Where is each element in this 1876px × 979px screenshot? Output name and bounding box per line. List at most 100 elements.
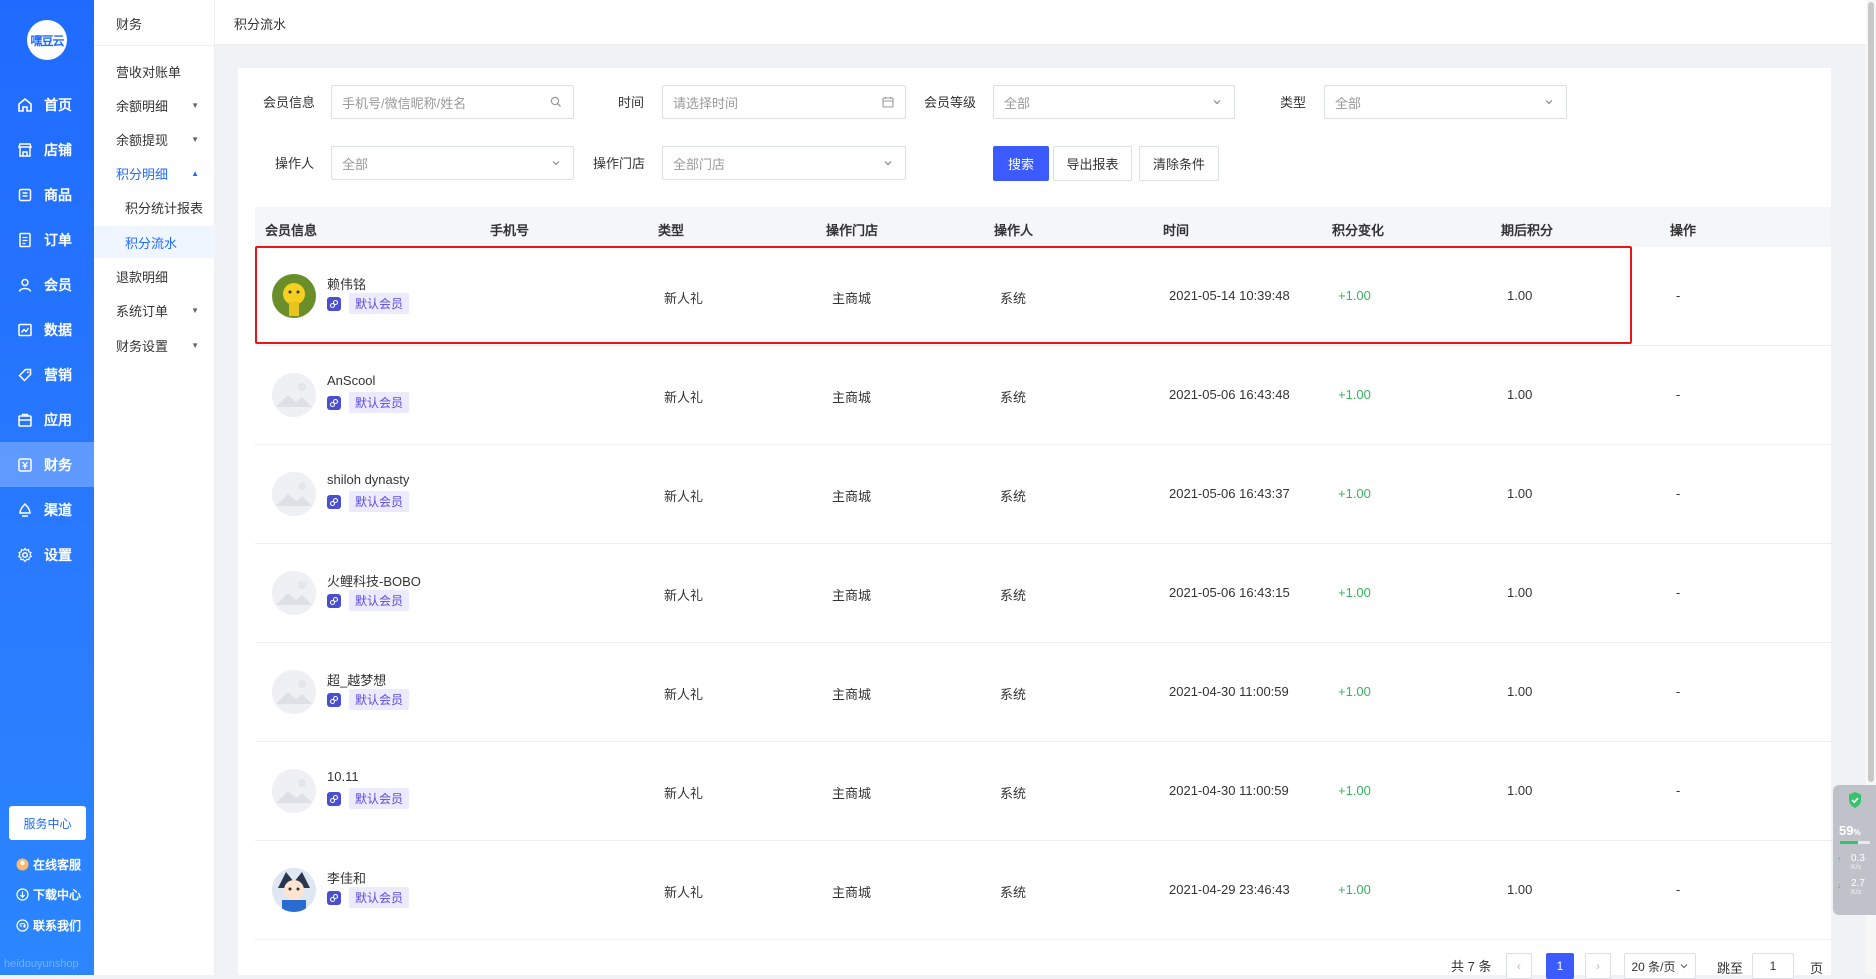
service-center-button[interactable]: 服务中心 — [9, 806, 86, 840]
operator-value: 全部 — [342, 156, 369, 172]
nav-item-home[interactable]: 首页 — [0, 82, 94, 127]
type-select[interactable]: 全部 — [1324, 85, 1567, 119]
network-monitor-widget[interactable]: 59% ↑ 0.3 K/s ↓ 2.7 K/s — [1833, 785, 1876, 915]
subnav-child-points-report[interactable]: 积分统计报表 — [125, 198, 203, 217]
member-level-tag: 默认会员 — [349, 491, 410, 512]
avatar — [272, 868, 316, 912]
member-tags: 默认会员 — [327, 887, 410, 908]
calendar-icon — [881, 95, 895, 109]
store-cell: 主商城 — [832, 687, 872, 702]
page-size-select[interactable]: 20 条/页 — [1624, 953, 1696, 979]
upload-unit: K/s — [1851, 864, 1862, 871]
member-name: 10.11 — [327, 769, 359, 784]
points-change-cell: +1.00 — [1338, 684, 1371, 699]
contact-icon — [16, 919, 29, 932]
avatar-icon — [16, 858, 29, 871]
type-cell: 新人礼 — [664, 588, 704, 603]
subnav-item-system-orders[interactable]: 系统订单 ▼ — [116, 301, 211, 320]
subnav-item-label: 退款明细 — [116, 270, 169, 285]
subnav-item-label: 营收对账单 — [116, 65, 182, 80]
member-info-input[interactable]: 手机号/微信昵称/姓名 — [331, 85, 574, 119]
scrollbar-thumb[interactable] — [1868, 2, 1874, 782]
action-cell: - — [1676, 684, 1681, 699]
operator-select[interactable]: 全部 — [331, 146, 574, 180]
member-level-value: 全部 — [1004, 95, 1031, 111]
mini-program-icon — [327, 791, 341, 806]
nav-item-label: 店铺 — [44, 141, 72, 158]
order-icon — [16, 231, 34, 249]
subnav-item-revenue-statement[interactable]: 营收对账单 — [116, 62, 211, 81]
subnav-item-label: 余额提现 — [116, 133, 169, 148]
action-cell: - — [1676, 387, 1681, 402]
memory-percent: 59% — [1839, 823, 1861, 838]
export-report-button[interactable]: 导出报表 — [1053, 146, 1132, 181]
top-bar: 积分流水 — [215, 0, 1876, 45]
points-after-cell: 1.00 — [1507, 882, 1533, 897]
nav-item-label: 财务 — [44, 456, 72, 473]
nav-item-app[interactable]: 应用 — [0, 397, 94, 442]
chevron-down-icon — [1542, 95, 1556, 109]
avatar — [272, 769, 316, 813]
jump-label: 跳至 — [1717, 961, 1744, 976]
time-label: 时间 — [618, 95, 645, 110]
subnav-item-label: 财务设置 — [116, 339, 169, 354]
member-level-tag: 默认会员 — [349, 788, 410, 809]
nav-item-data[interactable]: 数据 — [0, 307, 94, 352]
nav-item-label: 渠道 — [44, 501, 72, 518]
time-placeholder: 请选择时间 — [673, 95, 739, 111]
avatar — [272, 571, 316, 615]
brand-logo[interactable]: 嘿豆云 — [27, 20, 67, 60]
percent-unit: % — [1853, 828, 1861, 837]
contact-us-label: 联系我们 — [33, 919, 82, 933]
column-header: 时间 — [1163, 223, 1190, 238]
type-cell: 新人礼 — [664, 687, 704, 702]
next-page-button[interactable]: › — [1585, 953, 1611, 979]
member-name: 李佳和 — [327, 871, 367, 886]
subnav-item-refund-detail[interactable]: 退款明细 — [116, 267, 211, 286]
page-1-button[interactable]: 1 — [1546, 953, 1574, 979]
nav-item-settings[interactable]: 设置 — [0, 532, 94, 577]
table-row: shiloh dynasty 默认会员 新人礼 主商城 系统 2021-05-06 16:… — [255, 445, 1831, 544]
upload-speed: 0.3 — [1851, 853, 1865, 864]
nav-item-finance[interactable]: 财务 — [0, 442, 94, 487]
nav-item-marketing[interactable]: 营销 — [0, 352, 94, 397]
jump-page-input[interactable]: 1 — [1752, 953, 1794, 979]
subnav-item-balance-withdraw[interactable]: 余额提现 ▼ — [116, 130, 211, 149]
store-select[interactable]: 全部门店 — [662, 146, 906, 180]
type-cell: 新人礼 — [664, 786, 704, 801]
operator-cell: 系统 — [1000, 588, 1027, 603]
subnav-child-points-flow[interactable]: 积分流水 — [125, 233, 177, 252]
clear-filters-button[interactable]: 清除条件 — [1139, 146, 1219, 181]
subnav-item-points-detail[interactable]: 积分明细 ▲ — [116, 164, 211, 183]
download-center-label: 下载中心 — [33, 888, 82, 902]
online-support-link[interactable]: 在线客服 — [16, 856, 81, 873]
member-name: AnScool — [327, 373, 376, 388]
subnav-item-balance-detail[interactable]: 余额明细 ▼ — [116, 96, 211, 115]
member-info-placeholder: 手机号/微信昵称/姓名 — [342, 95, 467, 111]
subnav-item-finance-settings[interactable]: 财务设置 ▼ — [116, 336, 211, 355]
nav-item-shop[interactable]: 店铺 — [0, 127, 94, 172]
prev-page-button[interactable]: ‹ — [1506, 953, 1532, 979]
contact-us-link[interactable]: 联系我们 — [16, 917, 81, 934]
action-cell: - — [1676, 486, 1681, 501]
member-tags: 默认会员 — [327, 689, 410, 710]
nav-item-order[interactable]: 订单 — [0, 217, 94, 262]
download-center-link[interactable]: 下载中心 — [16, 886, 81, 903]
table-row: 李佳和 默认会员 新人礼 主商城 系统 2021-04-29 23:46:43 +1.00 1… — [255, 841, 1831, 940]
divider — [94, 45, 215, 46]
gear-icon — [16, 546, 34, 564]
nav-item-label: 营销 — [44, 366, 72, 383]
operator-label: 操作人 — [275, 156, 315, 171]
time-cell: 2021-05-06 16:43:15 — [1169, 585, 1290, 600]
column-header: 手机号 — [490, 223, 530, 238]
nav-item-channel[interactable]: 渠道 — [0, 487, 94, 532]
nav-item-goods[interactable]: 商品 — [0, 172, 94, 217]
nav-item-member[interactable]: 会员 — [0, 262, 94, 307]
time-picker[interactable]: 请选择时间 — [662, 85, 906, 119]
search-button[interactable]: 搜索 — [993, 146, 1049, 181]
sub-sidebar: 财务 营收对账单 余额明细 ▼ 余额提现 ▼ 积分明细 ▲ 积分统计报表 积分流水 退… — [94, 0, 215, 975]
type-cell: 新人礼 — [664, 489, 704, 504]
member-level-select[interactable]: 全部 — [993, 85, 1235, 119]
operator-cell: 系统 — [1000, 885, 1027, 900]
nav-item-label: 订单 — [44, 231, 72, 248]
